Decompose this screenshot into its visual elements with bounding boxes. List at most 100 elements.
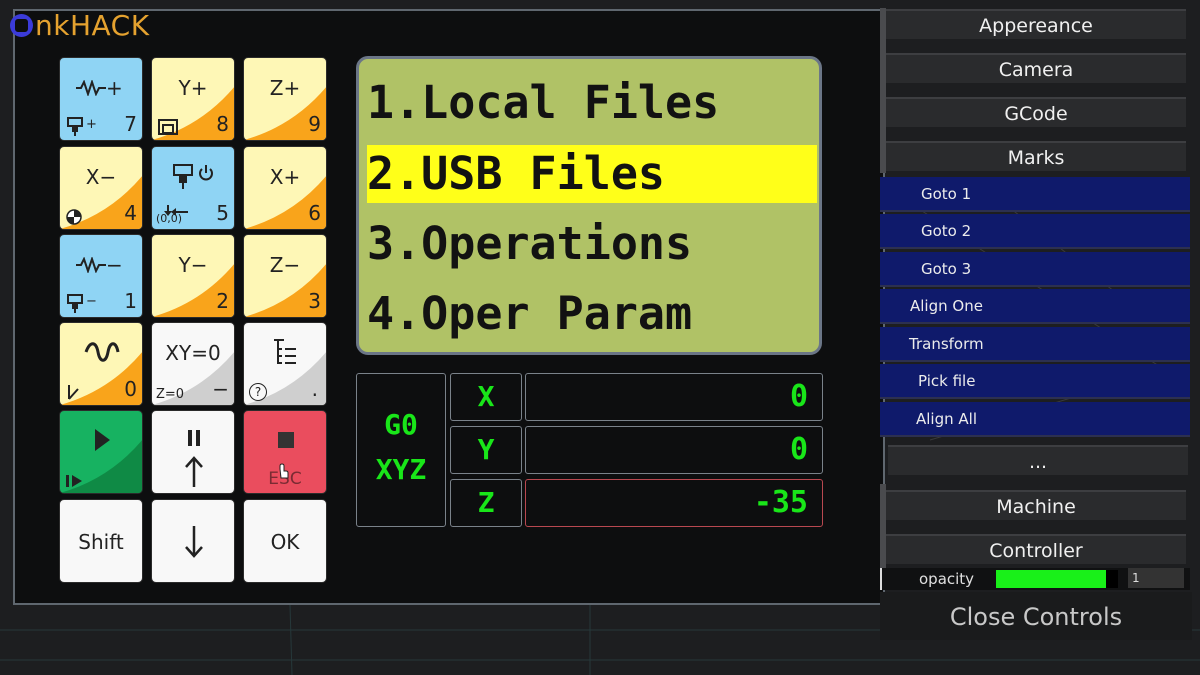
mode-axes: XYZ	[375, 453, 427, 486]
key-xy-zero[interactable]: XY=0 Z=0 −	[151, 322, 235, 406]
key-stop-esc[interactable]: ESC	[243, 410, 327, 494]
key-pause-up[interactable]	[151, 410, 235, 494]
key-sub: −	[86, 294, 97, 309]
spindle-icon	[67, 294, 83, 313]
key-label: XY=0	[165, 341, 221, 365]
sine-wave-icon	[84, 342, 120, 362]
machine-folder[interactable]: Machine	[886, 490, 1186, 520]
key-label: Shift	[78, 530, 124, 554]
spindle-icon	[67, 117, 83, 136]
key-y-minus[interactable]: Y− 2	[151, 234, 235, 318]
key-number: 7	[124, 112, 137, 136]
opacity-marker	[880, 568, 882, 590]
opacity-label: opacity	[919, 570, 975, 588]
key-x-plus[interactable]: X+ 6	[243, 146, 327, 230]
key-ok[interactable]: OK	[243, 499, 327, 583]
gcode-folder[interactable]: GCode	[886, 97, 1186, 127]
key-run[interactable]	[59, 410, 143, 494]
key-label: Y−	[178, 253, 208, 277]
key-number: 0	[124, 377, 137, 401]
axis-x-label: X	[450, 373, 522, 421]
key-sub: Z=0	[156, 387, 185, 402]
tool-icon	[68, 385, 79, 400]
key-shift[interactable]: Shift	[59, 499, 143, 583]
key-label: Z−	[269, 253, 301, 277]
key-number: 4	[124, 201, 137, 225]
motion-mode-display: G0 XYZ	[356, 373, 446, 527]
mark-goto-2[interactable]: Goto 2	[880, 214, 1190, 249]
key-y-plus[interactable]: Y+ 8	[151, 57, 235, 141]
key-number: 8	[216, 112, 229, 136]
opacity-slider-fill	[996, 570, 1106, 588]
key-x-minus[interactable]: X− 4	[59, 146, 143, 230]
help-icon: ?	[249, 383, 267, 401]
play-icon	[95, 429, 110, 451]
mark-goto-3[interactable]: Goto 3	[880, 252, 1190, 287]
spindle-power-icon	[173, 164, 213, 189]
key-z-plus[interactable]: Z+ 9	[243, 57, 327, 141]
key-number: −	[212, 377, 229, 401]
axis-z-value: -35	[525, 479, 823, 527]
mark-transform[interactable]: Transform	[880, 327, 1190, 362]
axis-z-label: Z	[450, 479, 522, 527]
arrow-down-icon	[185, 526, 203, 558]
key-z-minus[interactable]: Z− 3	[243, 234, 327, 318]
key-feed-plus[interactable]: + + 7	[59, 57, 143, 141]
camera-folder[interactable]: Camera	[886, 53, 1186, 83]
mark-goto-1[interactable]: Goto 1	[880, 177, 1190, 212]
axis-x-value: 0	[525, 373, 823, 421]
pause-icon	[188, 430, 200, 446]
menu-tree-icon	[274, 339, 296, 364]
key-label: Y+	[178, 76, 208, 100]
controls-sidebar: Appereance Camera GCode Marks Goto 1 Got…	[880, 0, 1200, 640]
lcd-item-local-files[interactable]: 1.Local Files	[367, 74, 719, 132]
arrow-up-icon	[185, 456, 203, 487]
stop-icon	[278, 432, 294, 448]
key-number: 9	[308, 112, 321, 136]
lcd-item-usb-files[interactable]: 2.USB Files	[367, 145, 817, 203]
key-spindle[interactable]: (0,0) 5	[151, 146, 235, 230]
appearance-folder[interactable]: Appereance	[886, 9, 1186, 39]
resistor-icon	[76, 80, 106, 96]
key-label: X−	[85, 165, 117, 189]
marks-folder[interactable]: Marks	[886, 141, 1186, 171]
opacity-input[interactable]: 1	[1128, 568, 1184, 588]
opacity-control: opacity 1	[880, 568, 1190, 590]
mark-align-all[interactable]: Align All	[880, 402, 1190, 437]
key-sub: (0,0)	[156, 212, 183, 225]
mode-gcode: G0	[384, 408, 418, 441]
key-number: .	[311, 377, 318, 401]
key-arrow-down[interactable]	[151, 499, 235, 583]
lcd-menu: 1.Local Files 2.USB Files 3.Operations 4…	[356, 56, 822, 355]
key-label: OK	[270, 530, 300, 554]
key-sub: +	[86, 117, 97, 132]
key-menu[interactable]: ? .	[243, 322, 327, 406]
mark-align-one[interactable]: Align One	[880, 289, 1190, 324]
layers-icon	[158, 119, 178, 135]
step-play-icon	[66, 475, 82, 487]
opacity-slider[interactable]	[996, 570, 1118, 588]
target-icon	[66, 209, 82, 225]
key-number: 5	[216, 201, 229, 225]
key-label: Z+	[269, 76, 301, 100]
key-number: 1	[124, 289, 137, 313]
key-number: 2	[216, 289, 229, 313]
logo-text: nkHACK	[35, 8, 150, 42]
key-label: X+	[269, 165, 301, 189]
more-button[interactable]: ...	[888, 445, 1188, 475]
lcd-item-oper-param[interactable]: 4.Oper Param	[367, 285, 692, 343]
key-number: 3	[308, 289, 321, 313]
controller-folder[interactable]: Controller	[886, 534, 1186, 564]
key-label: +	[106, 76, 123, 100]
onkhack-logo: nkHACK	[10, 8, 150, 42]
lcd-item-operations[interactable]: 3.Operations	[367, 215, 692, 273]
mark-pick-file[interactable]: Pick file	[880, 364, 1190, 399]
close-controls-button[interactable]: Close Controls	[880, 592, 1192, 640]
key-number: 6	[308, 201, 321, 225]
resistor-icon	[76, 257, 106, 273]
logo-o-icon	[10, 13, 33, 37]
key-feed-minus[interactable]: − − 1	[59, 234, 143, 318]
key-label: −	[106, 253, 123, 277]
axis-y-value: 0	[525, 426, 823, 474]
key-wave[interactable]: 0	[59, 322, 143, 406]
